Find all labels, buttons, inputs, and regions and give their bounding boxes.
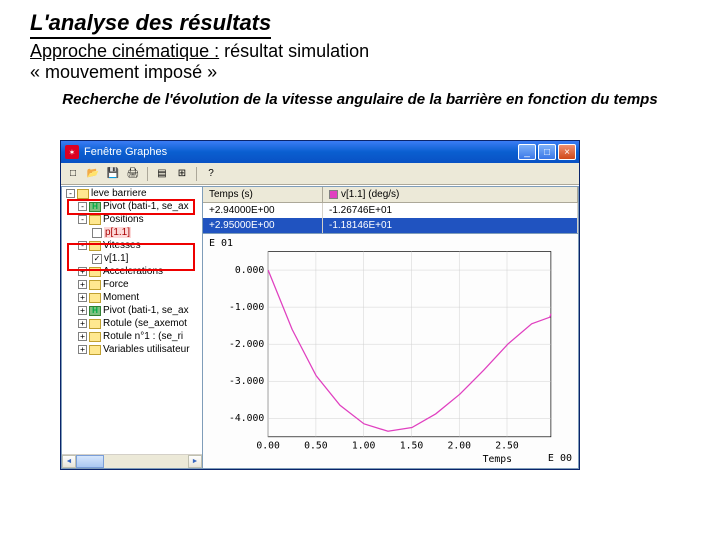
tree-item[interactable]: +Rotule n°1 : (se_ri [62,330,202,343]
table-row[interactable]: +2.94000E+00 -1.26746E+01 [203,203,578,218]
y-tick: 0.000 [235,265,264,276]
folder-icon [77,189,89,199]
y-tick: -4.000 [229,413,264,424]
series-color-icon [329,190,338,199]
x-tick: 2.50 [495,441,519,452]
folder-icon [89,293,101,303]
y-tick: -3.000 [229,376,264,387]
cell-value: -1.18146E+01 [323,218,578,233]
tree-item[interactable]: +Rotule (se_axemot [62,317,202,330]
column-header-series[interactable]: v[1.1] (deg/s) [323,187,578,203]
app-icon: ✶ [65,145,79,159]
folder-icon [89,280,101,290]
x-axis-unit: E 00 [548,453,572,464]
scroll-left-icon[interactable]: ◄ [62,455,76,468]
tree-panel[interactable]: -leve barriere -HPivot (bati-1, se_ax -P… [61,186,203,469]
right-pane: Temps (s) v[1.1] (deg/s) +2.94000E+00 -1… [203,186,579,469]
x-tick: 2.00 [447,441,471,452]
caption: Recherche de l'évolution de la vitesse a… [30,91,690,108]
plot-svg: 0.000 -1.000 -2.000 -3.000 -4.000 0.00 0… [203,234,578,468]
highlight-box [67,243,195,271]
folder-icon [89,319,101,329]
x-axis-label: Temps [483,454,512,465]
folder-icon [89,332,101,342]
tree-item[interactable]: +Moment [62,291,202,304]
window-title: Fenêtre Graphes [84,146,518,158]
subtitle-rest: résultat simulation [219,41,369,61]
y-tick: -2.000 [229,339,264,350]
tree-item[interactable]: +Variables utilisateur [62,343,202,356]
cell-time: +2.95000E+00 [203,218,323,233]
plot-area[interactable]: E 01 [203,234,578,468]
data-grid[interactable]: Temps (s) v[1.1] (deg/s) +2.94000E+00 -1… [203,187,578,234]
new-icon[interactable]: □ [65,166,81,182]
folder-icon [89,345,101,355]
tree-leaf[interactable]: p[1.1] [62,226,202,239]
separator [147,167,148,181]
tree-item[interactable]: +Force [62,278,202,291]
close-button[interactable]: × [558,144,576,160]
save-icon[interactable]: 💾 [105,166,121,182]
y-tick: -1.000 [229,302,264,313]
column-header-time[interactable]: Temps (s) [203,187,323,203]
folder-icon [89,215,101,225]
highlight-box [67,199,195,215]
x-tick: 0.00 [256,441,280,452]
horizontal-scrollbar[interactable]: ◄ ► [62,454,202,468]
minimize-button[interactable]: _ [518,144,536,160]
table-row-selected[interactable]: +2.95000E+00 -1.18146E+01 [203,218,578,233]
subtitle-line2: « mouvement imposé » [30,62,690,83]
tree-item[interactable]: +HPivot (bati-1, se_ax [62,304,202,317]
x-tick: 0.50 [304,441,328,452]
graph-window: ✶ Fenêtre Graphes _ □ × □ 📂 💾 🖨 ▤ ⊞ ? -l… [60,140,580,470]
x-tick: 1.00 [352,441,376,452]
scroll-right-icon[interactable]: ► [188,455,202,468]
checkbox-icon[interactable] [92,228,102,238]
targets-icon[interactable]: ⊞ [174,166,190,182]
cell-value: -1.26746E+01 [323,203,578,218]
scroll-thumb[interactable] [76,455,104,468]
separator [196,167,197,181]
print-icon[interactable]: 🖨 [125,166,141,182]
subtitle-underlined: Approche cinématique : [30,41,219,61]
maximize-button[interactable]: □ [538,144,556,160]
toolbar: □ 📂 💾 🖨 ▤ ⊞ ? [61,163,579,185]
help-icon[interactable]: ? [203,166,219,182]
palette-icon[interactable]: ▤ [154,166,170,182]
joint-icon: H [89,306,101,316]
open-icon[interactable]: 📂 [85,166,101,182]
cell-time: +2.94000E+00 [203,203,323,218]
page-title: L'analyse des résultats [30,10,271,39]
titlebar[interactable]: ✶ Fenêtre Graphes _ □ × [61,141,579,163]
x-tick: 1.50 [400,441,424,452]
